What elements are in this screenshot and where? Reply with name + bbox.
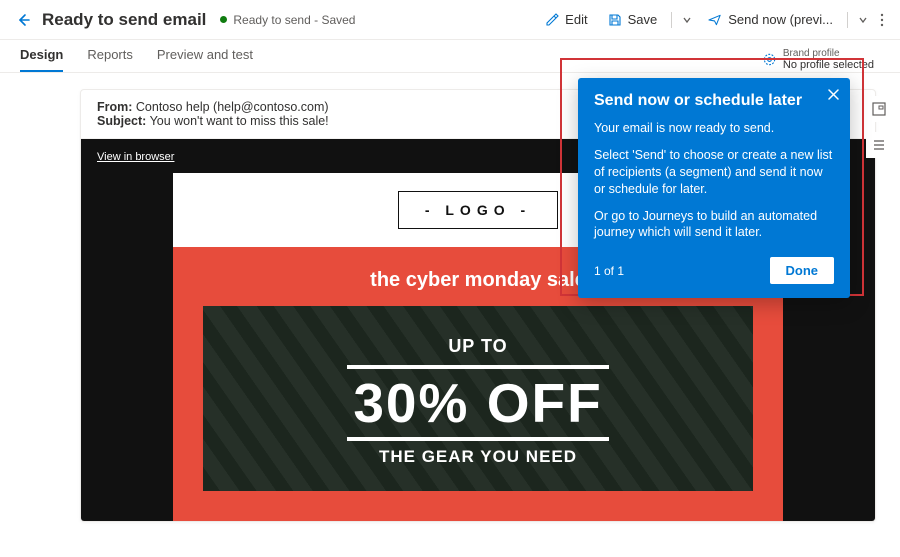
callout-step-count: 1 of 1 (594, 264, 624, 278)
top-actions: Edit Save Send now (previ... (537, 8, 888, 31)
callout-text-2: Select 'Send' to choose or create a new … (594, 147, 834, 198)
tab-design[interactable]: Design (20, 47, 63, 72)
more-vertical-icon (880, 13, 884, 27)
subject-label: Subject: (97, 114, 146, 128)
divider (671, 12, 672, 28)
close-icon (827, 88, 840, 101)
save-dropdown[interactable] (678, 11, 696, 29)
brand-profile-label: Brand profile (783, 48, 874, 59)
send-now-button[interactable]: Send now (previ... (700, 8, 841, 31)
divider (847, 12, 848, 28)
tab-preview-and-test[interactable]: Preview and test (157, 47, 253, 72)
from-label: From: (97, 100, 132, 114)
callout-title: Send now or schedule later (594, 92, 834, 110)
send-now-label: Send now (previ... (728, 12, 833, 27)
edit-label: Edit (565, 12, 587, 27)
edit-button[interactable]: Edit (537, 8, 595, 31)
callout-close-button[interactable] (827, 88, 840, 101)
sidebar-list-button[interactable] (866, 132, 892, 158)
logo-placeholder: - LOGO - (398, 191, 558, 229)
callout-text-1: Your email is now ready to send. (594, 120, 834, 137)
right-sidebar (866, 96, 894, 158)
chevron-down-icon (858, 15, 868, 25)
list-icon (871, 137, 887, 153)
more-menu[interactable] (876, 9, 888, 31)
hero-tagline: THE GEAR YOU NEED (213, 447, 743, 467)
callout-done-button[interactable]: Done (770, 257, 835, 284)
teaching-callout: Send now or schedule later Your email is… (578, 78, 850, 298)
send-icon (708, 13, 722, 27)
brand-profile[interactable]: Brand profile No profile selected (762, 48, 874, 71)
status-chip: Ready to send - Saved (220, 13, 355, 27)
save-icon (608, 13, 622, 27)
from-value: Contoso help (help@contoso.com) (136, 100, 329, 114)
status-text: Ready to send - Saved (233, 13, 355, 27)
brand-profile-value: No profile selected (783, 59, 874, 71)
page-title: Ready to send email (42, 10, 206, 30)
top-bar: Ready to send email Ready to send - Save… (0, 0, 900, 40)
tab-reports[interactable]: Reports (87, 47, 133, 72)
back-button[interactable] (12, 9, 34, 31)
chevron-down-icon (682, 15, 692, 25)
status-dot-icon (220, 16, 227, 23)
pencil-icon (545, 13, 559, 27)
arrow-left-icon (15, 12, 31, 28)
send-dropdown[interactable] (854, 11, 872, 29)
callout-text-3: Or go to Journeys to build an automated … (594, 208, 834, 242)
hero-discount: 30% OFF (347, 365, 608, 441)
save-label: Save (628, 12, 658, 27)
gear-icon (762, 52, 777, 67)
view-in-browser-link[interactable]: View in browser (97, 151, 174, 163)
panel-icon (871, 101, 887, 117)
hero-upto: UP TO (213, 336, 743, 357)
hero-wrap: UP TO 30% OFF THE GEAR YOU NEED (173, 306, 783, 521)
sidebar-copilot-button[interactable] (866, 96, 892, 122)
subject-value: You won't want to miss this sale! (150, 114, 329, 128)
save-button[interactable]: Save (600, 8, 666, 31)
hero-image: UP TO 30% OFF THE GEAR YOU NEED (203, 306, 753, 491)
